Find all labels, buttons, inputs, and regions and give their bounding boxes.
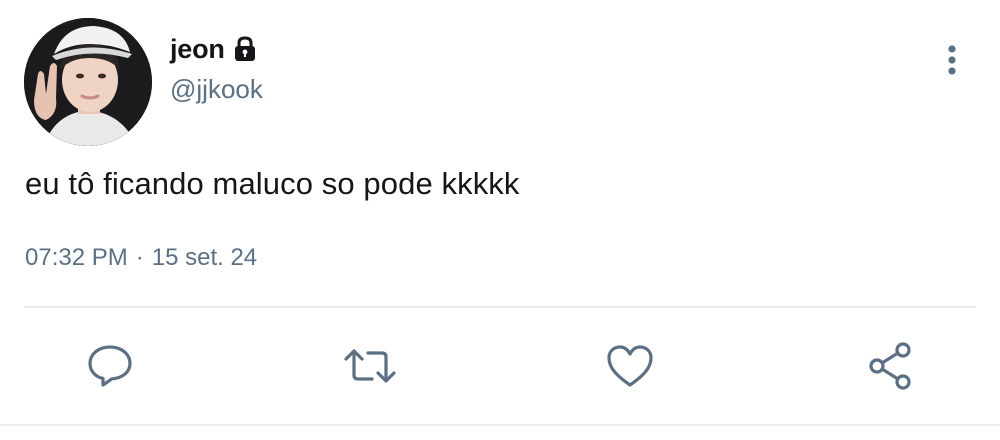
avatar[interactable]: [24, 18, 152, 146]
retweet-icon: [344, 349, 396, 383]
more-options-button[interactable]: [942, 44, 962, 80]
tweet-time: 07:32 PM: [25, 244, 128, 271]
action-bar: [0, 330, 1000, 400]
tweet-date: 15 set. 24: [151, 244, 258, 271]
like-button[interactable]: [600, 338, 660, 394]
lock-icon: [233, 36, 257, 62]
display-name[interactable]: jeon: [170, 34, 225, 65]
heart-icon: [607, 345, 653, 387]
reply-button[interactable]: [80, 338, 140, 394]
avatar-image: [24, 18, 152, 146]
meta-separator: ·: [135, 244, 144, 271]
vertical-dots-icon: [948, 45, 956, 75]
user-handle[interactable]: @jjkook: [170, 74, 263, 105]
tweet-header: jeon @jjkook: [24, 18, 976, 148]
user-names: jeon @jjkook: [170, 32, 263, 105]
bottom-border: [0, 424, 1000, 426]
tweet-text: eu tô ficando maluco so pode kkkkk: [25, 166, 520, 201]
comment-icon: [88, 345, 132, 387]
share-icon: [869, 342, 911, 390]
retweet-button[interactable]: [340, 338, 400, 394]
tweet-timestamp[interactable]: 07:32 PM · 15 set. 24: [25, 244, 257, 272]
divider: [24, 306, 976, 308]
share-button[interactable]: [860, 338, 920, 394]
display-name-row: jeon: [170, 32, 263, 66]
tweet-card: jeon @jjkook eu tô ficando maluco so pod…: [0, 0, 1000, 440]
